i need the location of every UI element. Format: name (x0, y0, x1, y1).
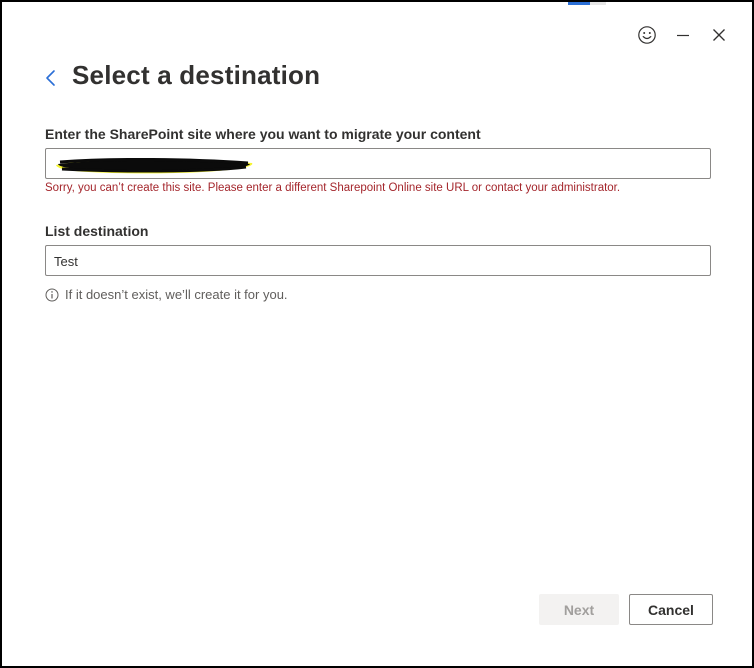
back-button[interactable] (40, 66, 62, 90)
site-field-label: Enter the SharePoint site where you want… (45, 126, 481, 142)
list-destination-field[interactable] (45, 245, 711, 276)
site-url-input[interactable] (45, 148, 711, 179)
list-hint-text: If it doesn’t exist, we’ll create it for… (65, 287, 288, 302)
close-icon[interactable] (708, 24, 730, 46)
page-title: Select a destination (72, 60, 321, 90)
dialog-window: Select a destination Enter the SharePoin… (0, 0, 754, 668)
redaction-mark (56, 157, 253, 174)
chevron-left-icon (46, 70, 55, 86)
minimize-icon[interactable] (672, 24, 694, 46)
list-destination-label: List destination (45, 223, 149, 239)
list-hint: If it doesn’t exist, we’ll create it for… (45, 287, 288, 302)
window-accent-bar-light (590, 2, 606, 5)
list-destination-input[interactable] (54, 252, 694, 270)
info-icon (45, 288, 59, 301)
smiley-icon[interactable] (636, 24, 658, 46)
cancel-button[interactable]: Cancel (629, 594, 713, 625)
window-accent-bar (568, 2, 590, 5)
site-error-message: Sorry, you can’t create this site. Pleas… (45, 182, 621, 194)
window-controls (636, 24, 730, 46)
next-button[interactable]: Next (539, 594, 619, 625)
